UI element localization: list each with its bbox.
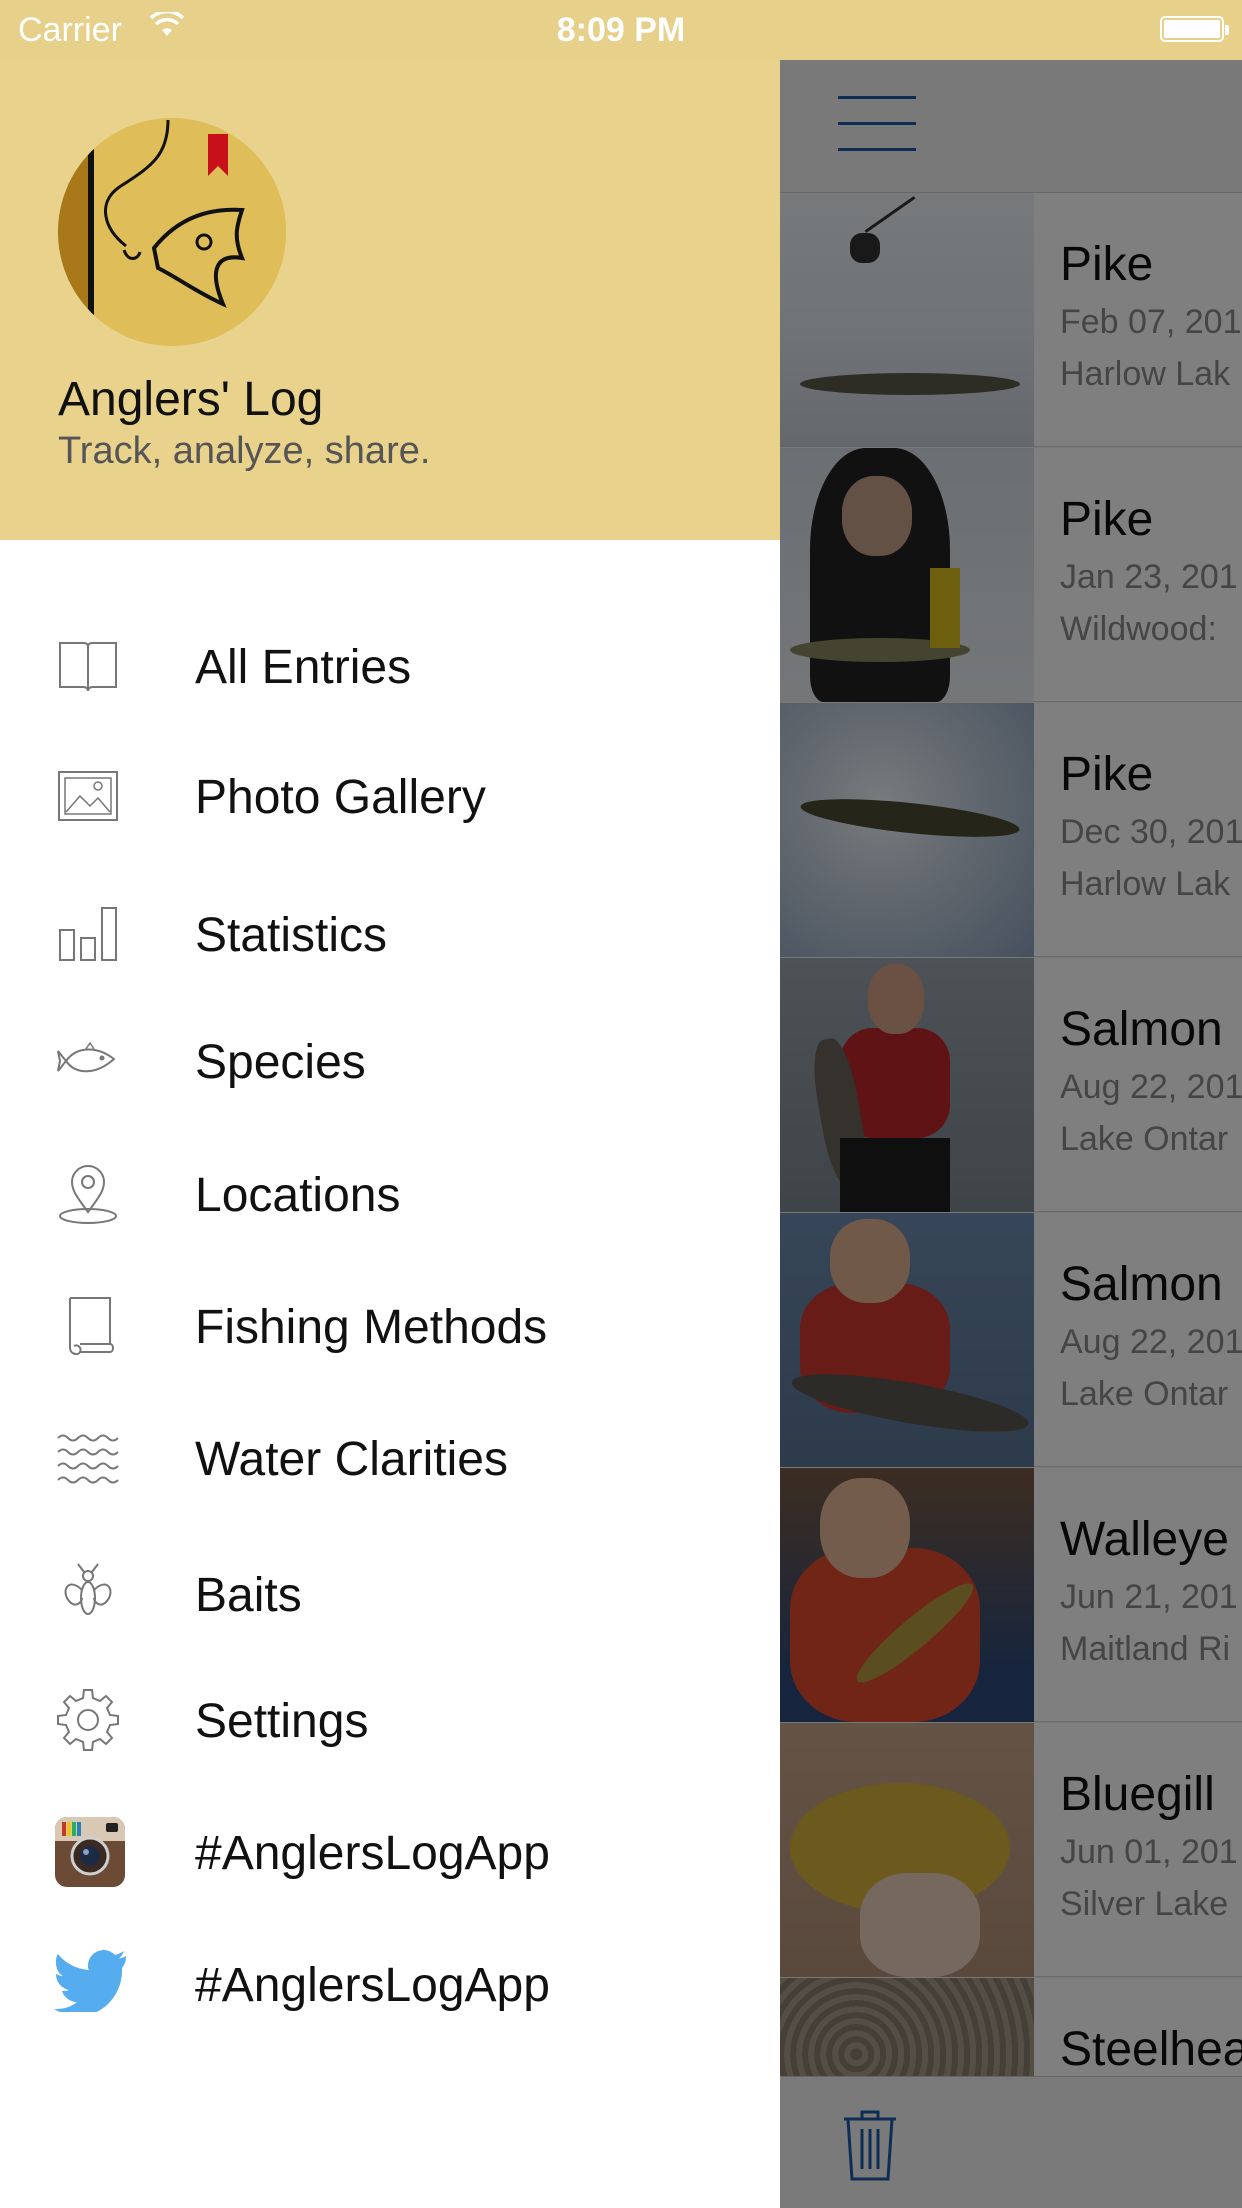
menu-item-water-clarities[interactable]: Water Clarities <box>0 1404 780 1514</box>
menu-item-statistics[interactable]: Statistics <box>0 880 780 990</box>
entry-species: Pike <box>1060 238 1154 291</box>
menu-item-locations[interactable]: Locations <box>0 1140 780 1250</box>
fly-icon <box>56 1562 120 1626</box>
entry-species: Walleye <box>1060 1513 1229 1566</box>
entry-location: Silver Lake <box>1060 1885 1229 1923</box>
entry-location: Lake Ontar <box>1060 1375 1229 1413</box>
entry-species: Salmon <box>1060 1003 1223 1056</box>
menu-item-settings[interactable]: Settings <box>0 1666 780 1776</box>
menu-item-species[interactable]: Species <box>0 1007 780 1117</box>
menu-item-twitter[interactable]: #AnglersLogApp <box>0 1930 780 2040</box>
entry-species: Pike <box>1060 748 1154 801</box>
bar-chart-icon <box>56 902 120 966</box>
menu-item-label: All Entries <box>195 641 412 694</box>
menu-item-label: Settings <box>195 1695 369 1748</box>
menu-item-photo-gallery[interactable]: Photo Gallery <box>0 744 780 854</box>
bottom-toolbar <box>780 2076 1242 2208</box>
waves-icon <box>56 1426 120 1490</box>
app-logo <box>58 118 286 346</box>
menu-item-label: Fishing Methods <box>195 1301 548 1354</box>
photo-icon <box>56 764 120 828</box>
entry-photo <box>780 1468 1034 1722</box>
entry-photo <box>780 1723 1034 1977</box>
entry-date: Aug 22, 201 <box>1060 1068 1242 1106</box>
instagram-icon <box>54 1816 126 1888</box>
menu-item-label: Water Clarities <box>195 1433 508 1486</box>
twitter-icon <box>54 1948 128 2012</box>
table-row[interactable]: Pike Dec 30, 201 Harlow Lak <box>780 703 1242 957</box>
map-pin-icon <box>56 1162 120 1226</box>
drawer-header: Anglers' Log Track, analyze, share. <box>0 60 780 540</box>
app-title: Anglers' Log <box>58 373 324 426</box>
entry-photo <box>780 1213 1034 1467</box>
entry-species: Steelhea <box>1060 2023 1242 2076</box>
battery-icon <box>1160 16 1229 42</box>
clock: 8:09 PM <box>556 11 686 49</box>
entry-date: Dec 30, 201 <box>1060 813 1242 851</box>
entry-photo <box>780 703 1034 957</box>
entry-date: Jun 21, 201 <box>1060 1578 1238 1616</box>
entry-species: Bluegill <box>1060 1768 1215 1821</box>
menu-item-label: Locations <box>195 1169 401 1222</box>
menu-item-instagram[interactable]: #AnglersLogApp <box>0 1798 780 1908</box>
entry-location: Maitland Ri <box>1060 1630 1231 1668</box>
table-row[interactable]: Salmon Aug 22, 201 Lake Ontar <box>780 958 1242 1212</box>
book-icon <box>56 633 120 697</box>
menu-item-label: Photo Gallery <box>195 771 486 824</box>
table-row[interactable]: Bluegill Jun 01, 201 Silver Lake <box>780 1723 1242 1977</box>
status-bar: Carrier 8:09 PM <box>0 0 1242 60</box>
entry-photo <box>780 448 1034 702</box>
menu-item-label: #AnglersLogApp <box>195 1827 550 1880</box>
entry-photo <box>780 958 1034 1212</box>
trash-icon[interactable] <box>840 2107 900 2183</box>
menu-item-all-entries[interactable]: All Entries <box>0 612 780 722</box>
app-subtitle: Track, analyze, share. <box>58 430 431 472</box>
menu-item-label: Statistics <box>195 909 388 962</box>
table-row[interactable]: Salmon Aug 22, 201 Lake Ontar <box>780 1213 1242 1467</box>
table-row[interactable]: Pike Feb 07, 201 Harlow Lak <box>780 193 1242 447</box>
entry-date: Jun 01, 201 <box>1060 1833 1238 1871</box>
menu-button[interactable] <box>838 96 916 152</box>
entry-location: Harlow Lak <box>1060 355 1231 393</box>
entry-location: Harlow Lak <box>1060 865 1231 903</box>
menu-item-label: #AnglersLogApp <box>195 1959 550 2012</box>
table-row[interactable]: Pike Jan 23, 201 Wildwood: <box>780 448 1242 702</box>
menu-item-label: Species <box>195 1036 366 1089</box>
entry-species: Salmon <box>1060 1258 1223 1311</box>
fish-icon <box>56 1029 120 1093</box>
entry-species: Pike <box>1060 493 1154 546</box>
entry-date: Feb 07, 201 <box>1060 303 1242 341</box>
navigation-bar <box>780 60 1242 193</box>
entry-location: Wildwood: <box>1060 610 1217 648</box>
menu-item-baits[interactable]: Baits <box>0 1540 780 1650</box>
side-drawer: Anglers' Log Track, analyze, share. All … <box>0 60 780 2208</box>
menu-item-label: Baits <box>195 1569 302 1622</box>
entry-date: Jan 23, 201 <box>1060 558 1238 596</box>
gear-icon <box>56 1688 120 1752</box>
entry-date: Aug 22, 201 <box>1060 1323 1242 1361</box>
entries-screen: Pike Feb 07, 201 Harlow Lak Pike Jan 23,… <box>780 60 1242 2208</box>
table-row[interactable]: Walleye Jun 21, 201 Maitland Ri <box>780 1468 1242 1722</box>
entry-location: Lake Ontar <box>1060 1120 1229 1158</box>
menu-item-fishing-methods[interactable]: Fishing Methods <box>0 1272 780 1382</box>
entry-photo <box>780 193 1034 447</box>
scroll-icon <box>56 1294 120 1358</box>
